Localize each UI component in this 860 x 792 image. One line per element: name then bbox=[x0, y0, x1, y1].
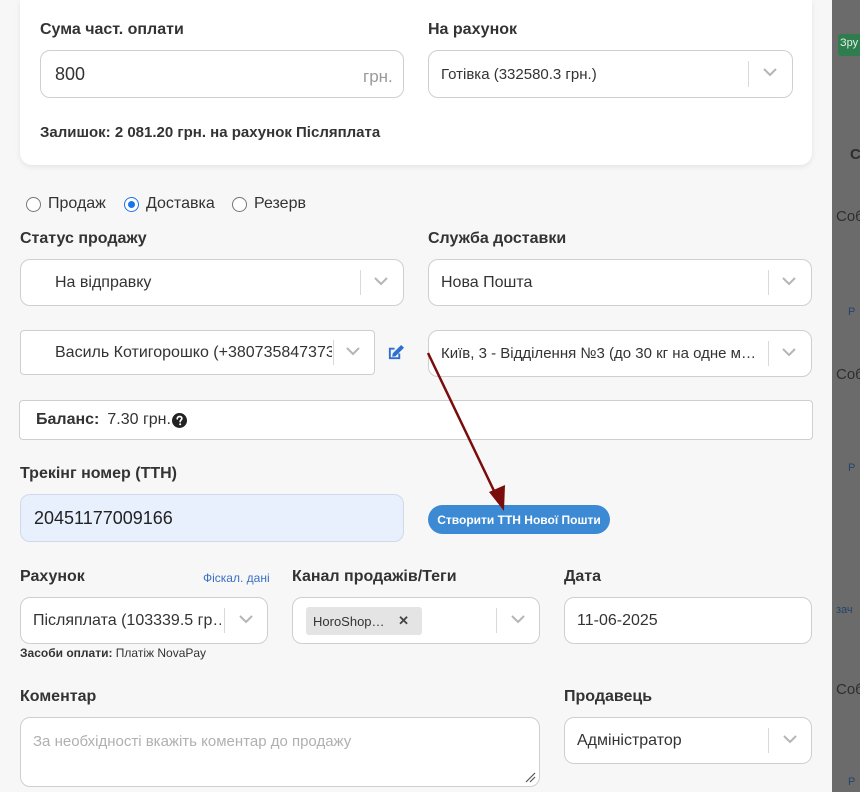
sale-status-label: Статус продажу bbox=[20, 230, 147, 247]
radio-delivery[interactable]: Доставка bbox=[124, 195, 215, 213]
balance-bar: Баланс: 7.30 грн. bbox=[19, 400, 813, 440]
channel-label: Канал продажів/Теги bbox=[292, 568, 457, 585]
select-separator bbox=[224, 608, 225, 633]
comment-placeholder: За необхідності вкажіть коментар до прод… bbox=[33, 733, 352, 750]
radio-delivery-label: Доставка bbox=[146, 195, 215, 212]
select-separator bbox=[768, 341, 769, 366]
delivery-service-value: Нова Пошта bbox=[441, 273, 533, 291]
select-separator bbox=[496, 608, 497, 633]
sale-status-select[interactable]: На відправку bbox=[20, 259, 404, 306]
select-separator bbox=[768, 270, 769, 295]
tracking-label: Трекінг номер (ТТН) bbox=[20, 465, 177, 482]
tag-chip: HoroShop… ✕ bbox=[306, 607, 422, 635]
radio-reserve[interactable]: Резерв bbox=[232, 195, 306, 213]
radio-sale-label: Продаж bbox=[48, 195, 106, 212]
backdrop-link: Р bbox=[848, 462, 856, 474]
channel-tags-select[interactable]: HoroShop… ✕ bbox=[292, 597, 540, 644]
radio-circle[interactable] bbox=[26, 196, 41, 212]
select-separator bbox=[748, 61, 749, 87]
chevron-down-icon[interactable] bbox=[373, 273, 389, 289]
radio-reserve-label: Резерв bbox=[254, 195, 306, 212]
account-select[interactable]: Готівка (332580.3 грн.) bbox=[428, 50, 793, 98]
account-label: На рахунок bbox=[428, 21, 518, 38]
delivery-service-select[interactable]: Нова Пошта bbox=[428, 259, 812, 306]
seller-select[interactable]: Адміністратор bbox=[564, 717, 812, 764]
payment-means-value: Платіж NovaPay bbox=[115, 646, 207, 660]
radio-circle-checked[interactable] bbox=[124, 196, 139, 212]
backdrop-side-text: зач bbox=[836, 604, 853, 616]
help-icon[interactable] bbox=[171, 412, 187, 428]
backdrop-overlay: Зру С Соб Р Соб Р зач Соб Р bbox=[832, 0, 860, 792]
currency-suffix: грн. bbox=[363, 67, 393, 86]
payment-means: Засоби оплати: Платіж NovaPay bbox=[20, 646, 206, 660]
partial-sum-input[interactable]: 800 bbox=[40, 50, 404, 98]
backdrop-link: Р bbox=[848, 306, 856, 318]
tag-chip-label: HoroShop… bbox=[313, 613, 385, 629]
backdrop-link: Р bbox=[848, 776, 856, 788]
backdrop-item: Соб bbox=[836, 681, 860, 698]
sale-status-value: На відправку bbox=[55, 273, 152, 291]
invoice-label: Рахунок bbox=[20, 568, 85, 585]
backdrop-button-label: Зру bbox=[840, 37, 859, 49]
radio-circle[interactable] bbox=[232, 196, 247, 212]
tag-remove-icon[interactable]: ✕ bbox=[398, 613, 409, 629]
chevron-down-icon[interactable] bbox=[345, 343, 361, 359]
chevron-down-icon[interactable] bbox=[781, 273, 797, 289]
date-value: 11-06-2025 bbox=[577, 611, 658, 629]
payment-means-label: Засоби оплати: bbox=[20, 646, 113, 660]
select-separator bbox=[768, 728, 769, 753]
chevron-down-icon[interactable] bbox=[782, 731, 798, 747]
resize-handle-icon[interactable] bbox=[524, 771, 536, 783]
chevron-down-icon[interactable] bbox=[781, 344, 797, 360]
select-separator bbox=[360, 270, 361, 295]
invoice-value: Післяплата (103339.5 гр… bbox=[33, 611, 221, 629]
backdrop-col-header: С bbox=[850, 146, 860, 163]
comment-textarea[interactable]: За необхідності вкажіть коментар до прод… bbox=[20, 717, 540, 787]
fiscal-data-link[interactable]: Фіскал. дані bbox=[203, 571, 270, 585]
customer-select[interactable]: Василь Котигорошко (+380735847373) bbox=[20, 330, 375, 375]
seller-value: Адміністратор bbox=[577, 731, 682, 749]
comment-label: Коментар bbox=[20, 688, 97, 705]
account-select-value: Готівка (332580.3 грн.) bbox=[441, 65, 597, 83]
invoice-select[interactable]: Післяплата (103339.5 гр… bbox=[20, 597, 268, 644]
balance-value: 7.30 грн. bbox=[107, 411, 171, 428]
chevron-down-icon[interactable] bbox=[238, 611, 254, 627]
partial-sum-label: Сума част. оплати bbox=[40, 21, 184, 38]
backdrop-item: Соб bbox=[836, 366, 860, 383]
edit-icon[interactable] bbox=[386, 344, 405, 361]
date-label: Дата bbox=[564, 568, 602, 585]
customer-value: Василь Котигорошко (+380735847373) bbox=[55, 343, 332, 361]
tracking-value: 20451177009166 bbox=[34, 507, 173, 528]
annotation-arrow bbox=[426, 352, 505, 511]
radio-sale[interactable]: Продаж bbox=[26, 195, 106, 213]
delivery-service-label: Служба доставки bbox=[428, 230, 567, 247]
seller-label: Продавець bbox=[564, 688, 653, 705]
chevron-down-icon[interactable] bbox=[762, 64, 778, 80]
chevron-down-icon[interactable] bbox=[510, 611, 526, 627]
balance-label: Баланс: bbox=[36, 411, 100, 428]
tracking-input[interactable]: 20451177009166 bbox=[20, 494, 404, 542]
select-separator bbox=[333, 340, 334, 365]
remaining-balance-text: Залишок: 2 081.20 грн. на рахунок Післяп… bbox=[40, 124, 381, 141]
backdrop-item: Соб bbox=[836, 208, 860, 225]
date-input[interactable]: 11-06-2025 bbox=[564, 597, 812, 644]
partial-sum-value: 800 bbox=[55, 63, 86, 84]
